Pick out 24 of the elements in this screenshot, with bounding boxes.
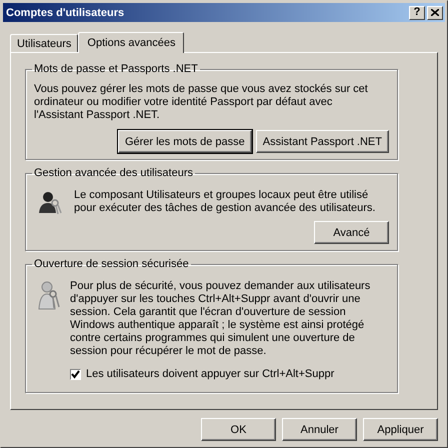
close-icon xyxy=(431,9,439,16)
advanced-button[interactable]: Avancé xyxy=(314,221,389,244)
tab[interactable]: Options avancées xyxy=(78,32,184,53)
user-keys-icon xyxy=(38,280,60,310)
group-title: Gestion avancée des utilisateurs xyxy=(33,167,194,179)
dialog-button[interactable]: Appliquer xyxy=(363,418,438,441)
checkbox-box[interactable] xyxy=(70,368,81,380)
group-title: Mots de passe et Passports .NET xyxy=(33,63,199,75)
action-button[interactable]: Gérer les mots de passe xyxy=(118,130,252,153)
tab[interactable]: Utilisateurs xyxy=(10,34,78,52)
close-button[interactable] xyxy=(427,6,443,20)
dialog-button[interactable]: Annuler xyxy=(282,418,357,441)
checkmark-icon xyxy=(71,370,80,378)
action-button[interactable]: Assistant Passport .NET xyxy=(256,130,389,153)
description-text: Le composant Utilisateurs et groupes locaux peut être utilisé pour exécuter des tâches de gestion avancée des utilisateurs. xyxy=(74,189,376,215)
dialog-button[interactable]: OK xyxy=(201,418,276,441)
description-text: Pour plus de sécurité, vous pouvez demander aux utilisateurs d'appuyer sur les touches Ctrl+Alt+Suppr avant d'ouvrir une session. Cela garantit que l'écran d'ouverture de session Windows authentique apparaît ; le système est ainsi protégé contre certains programmes qui simulent une ouverture de session pour récupérer le mot de passe. xyxy=(70,280,370,358)
ctrl-alt-del-checkbox[interactable]: Les utilisateurs doivent appuyer sur Ctrl+Alt+Suppr xyxy=(70,368,370,380)
group-title: Ouverture de session sécurisée xyxy=(33,258,190,270)
checkbox-label: Les utilisateurs doivent appuyer sur Ctrl+Alt+Suppr xyxy=(86,368,334,380)
window-title: Comptes d'utilisateurs xyxy=(6,6,124,18)
description-text: Vous pouvez gérer les mots de passe que vous avez stockés sur cet ordinateur ou modifier votre identité Passport par défaut avec l'Assistant Passport .NET. xyxy=(34,83,369,122)
help-button[interactable]: ? xyxy=(409,6,425,20)
user-keys-icon xyxy=(38,189,64,215)
